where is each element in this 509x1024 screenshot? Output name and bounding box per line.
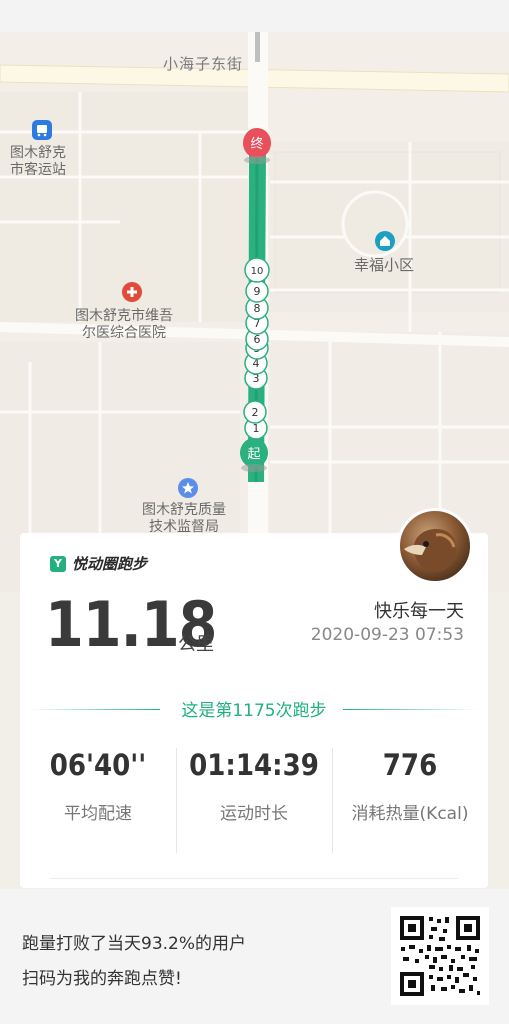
- status-bar: [0, 0, 509, 32]
- distance-unit: 公里: [178, 634, 214, 655]
- qr-code[interactable]: [391, 907, 489, 1005]
- km-label: 6: [254, 333, 261, 346]
- km-label: 8: [254, 302, 261, 315]
- end-marker[interactable]: 终: [243, 128, 271, 164]
- calories-label: 消耗热量(Kcal): [351, 804, 469, 824]
- km-label: 2: [252, 406, 259, 419]
- stat-pace: 06'40'' 平均配速: [20, 748, 176, 824]
- km-label: 10: [251, 266, 264, 277]
- card-bottom-divider: [50, 878, 458, 879]
- stat-duration: 01:14:39 运动时长: [176, 748, 332, 824]
- stat-calories: 776 消耗热量(Kcal): [332, 748, 488, 824]
- km-label: 9: [254, 285, 261, 298]
- start-label: 起: [247, 447, 260, 462]
- like-prompt-text: 扫码为我的奔跑点赞!: [22, 969, 182, 989]
- share-footer: 跑量打败了当天93.2%的用户 扫码为我的奔跑点赞!: [0, 889, 509, 1024]
- end-label: 终: [250, 136, 263, 152]
- duration-label: 运动时长: [220, 804, 288, 824]
- username: 快乐每一天: [374, 601, 464, 622]
- km-label: 1: [253, 422, 260, 435]
- duration-value: 01:14:39: [189, 748, 319, 782]
- rank-text: 跑量打败了当天93.2%的用户: [22, 934, 247, 954]
- brand-name: 悦动圈跑步: [72, 555, 148, 573]
- start-marker[interactable]: 起: [240, 438, 268, 472]
- divider-right: [343, 709, 478, 710]
- km-marker: 9: [245, 279, 269, 303]
- avatar[interactable]: [397, 508, 473, 584]
- pace-value: 06'40'': [49, 748, 147, 782]
- km-marker: 2: [243, 400, 267, 424]
- pace-label: 平均配速: [64, 804, 132, 824]
- brand-logo-icon: Y: [50, 555, 66, 572]
- run-summary-card: Y 悦动圈跑步 11.18 公里 快乐每一天 2020-09-23 07:53 …: [20, 508, 488, 888]
- km-marker: 10: [244, 257, 270, 283]
- brand: Y 悦动圈跑步: [50, 553, 147, 574]
- run-datetime: 2020-09-23 07:53: [310, 625, 464, 645]
- calories-value: 776: [382, 748, 438, 782]
